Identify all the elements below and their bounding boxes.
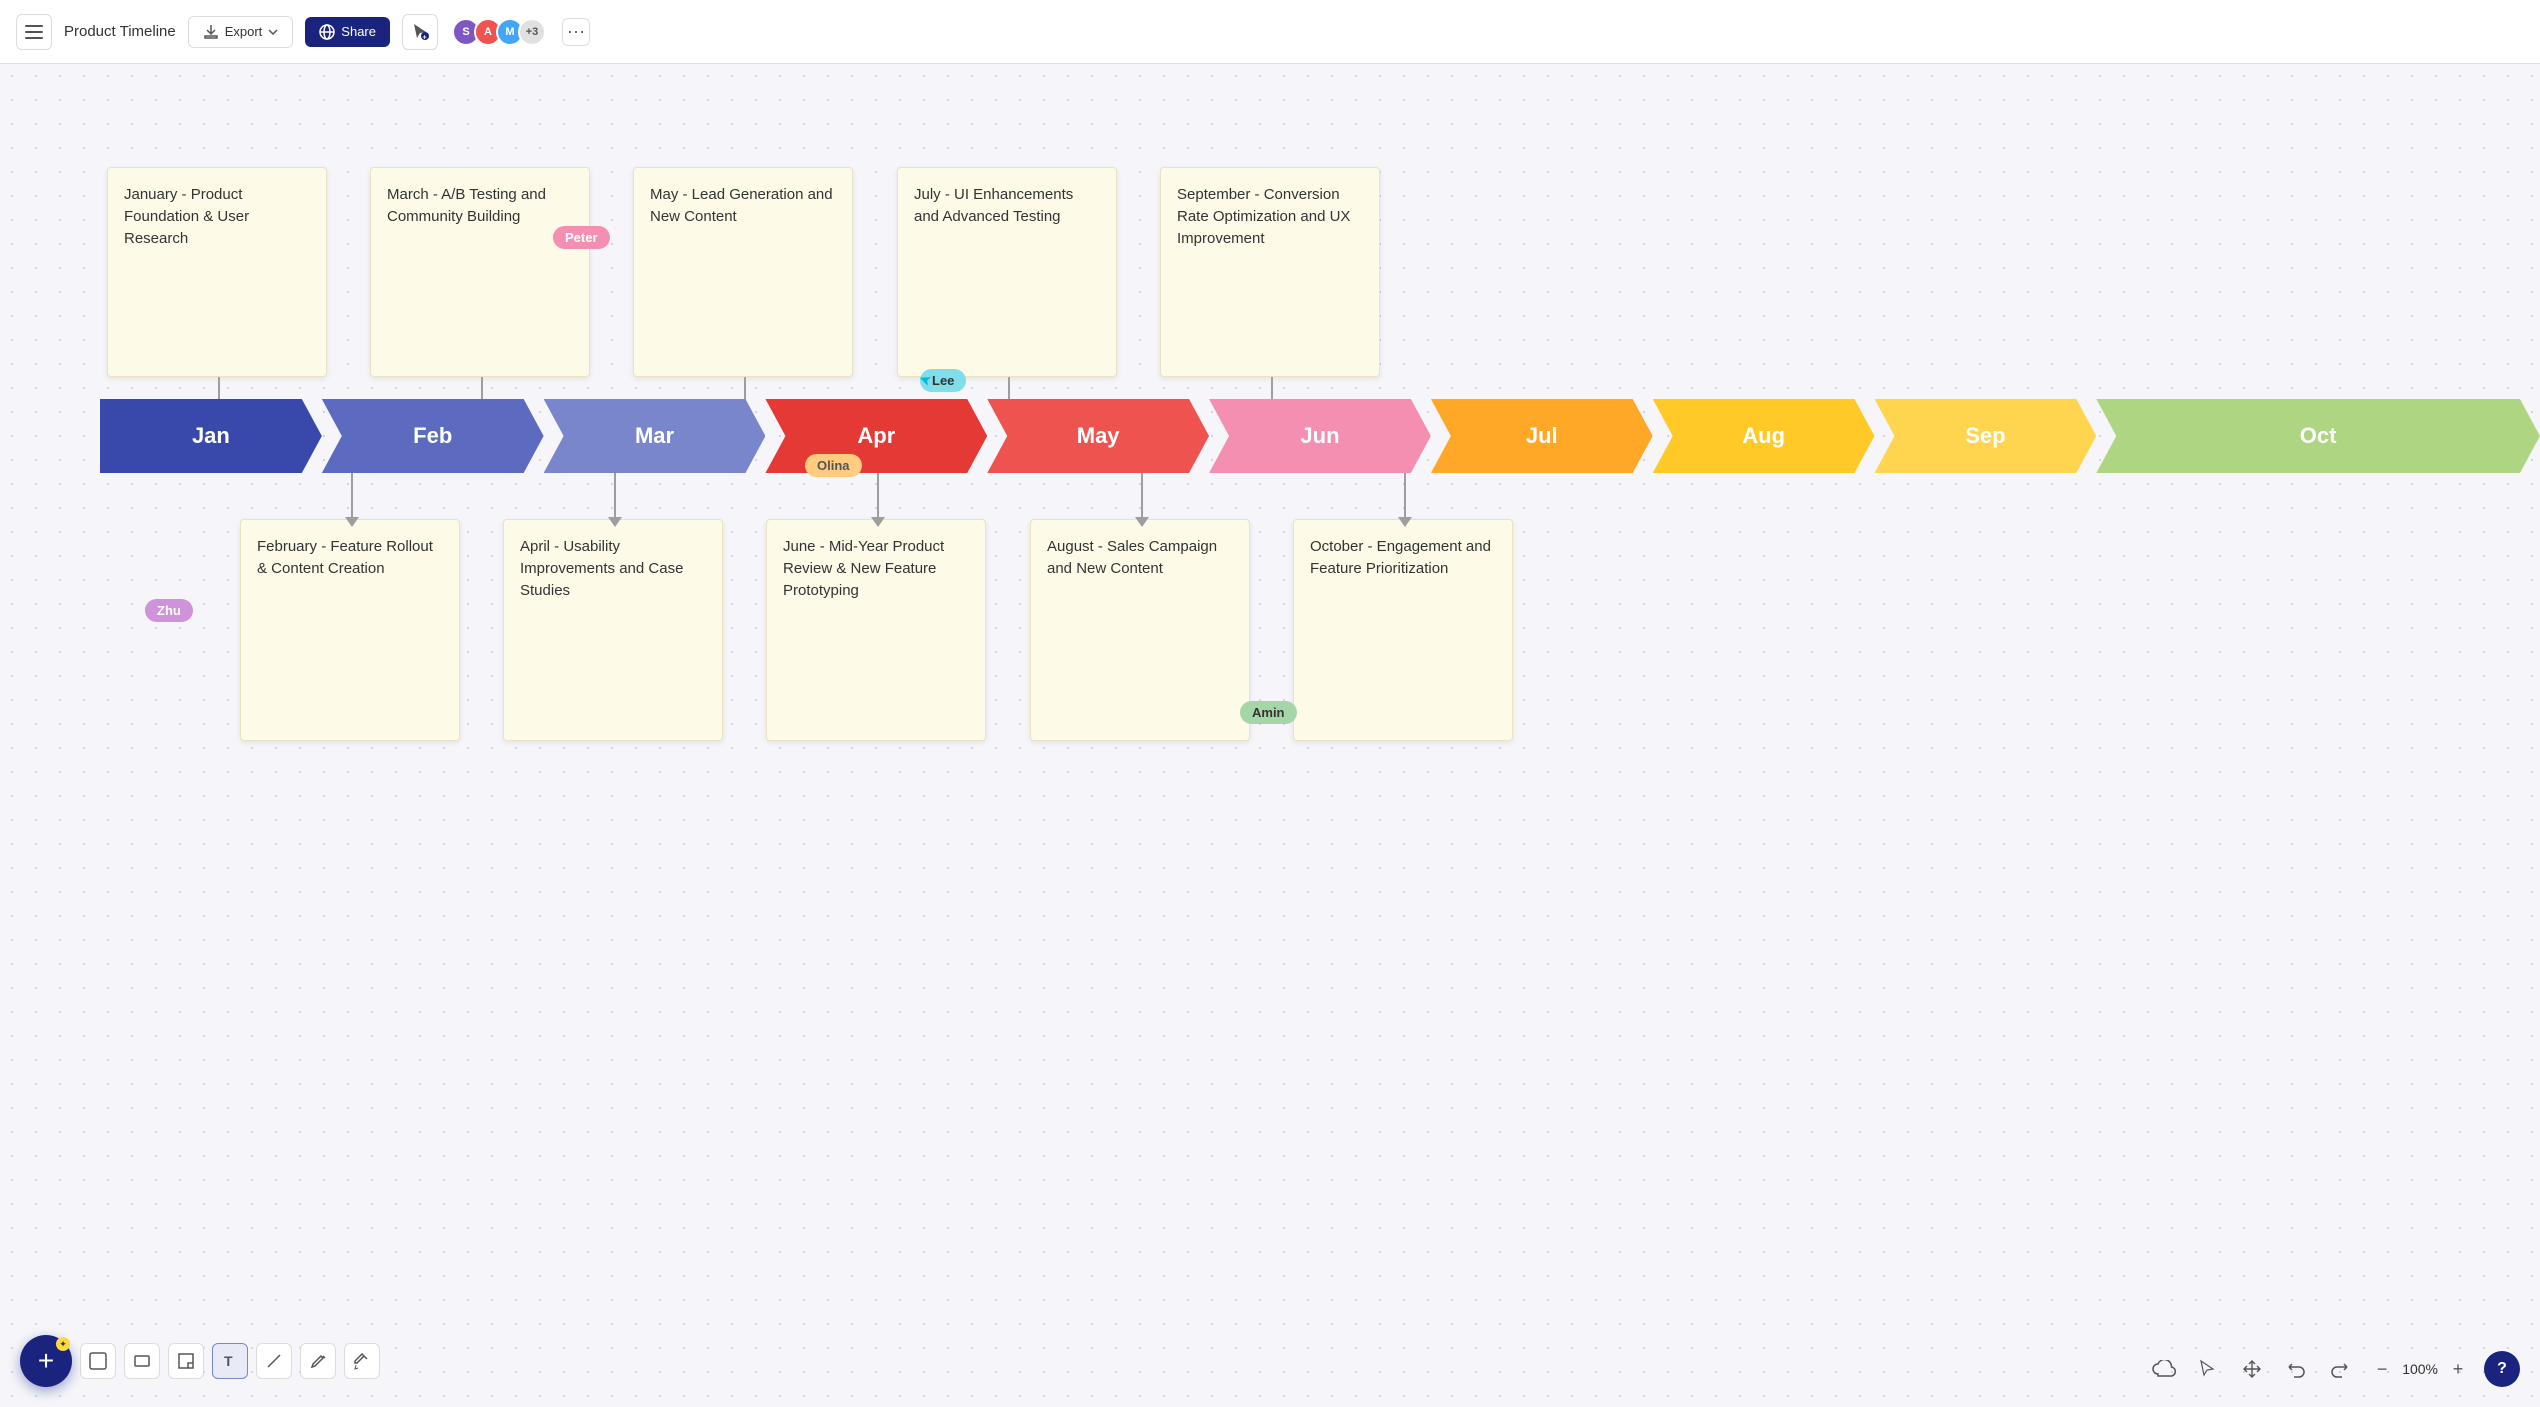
tool-sticky-button[interactable]	[168, 1343, 204, 1379]
connector-oct-up	[1404, 473, 1406, 519]
timeline-oct: Oct	[2096, 399, 2540, 473]
timeline-may: May	[987, 399, 1209, 473]
cloud-icon[interactable]	[2148, 1353, 2180, 1385]
redo-icon[interactable]	[2324, 1353, 2356, 1385]
pen-icon	[309, 1352, 327, 1370]
sticky-note-icon	[177, 1352, 195, 1370]
svg-text:+: +	[423, 34, 427, 41]
tool-pen-button[interactable]	[300, 1343, 336, 1379]
zoom-control: − 100% +	[2368, 1355, 2472, 1383]
help-button[interactable]: ?	[2484, 1351, 2520, 1387]
timeline-aug: Aug	[1653, 399, 1875, 473]
export-button[interactable]: Export	[188, 16, 294, 48]
hamburger-icon	[25, 25, 43, 39]
tool-line-button[interactable]	[256, 1343, 292, 1379]
zoom-in-button[interactable]: +	[2444, 1355, 2472, 1383]
arrow-feb	[345, 517, 359, 527]
card-june-text: June - Mid-Year Product Review & New Fea…	[783, 538, 944, 599]
card-april-text: April - Usability Improvements and Case …	[520, 538, 683, 599]
tool-shape-button[interactable]	[124, 1343, 160, 1379]
frame-icon	[89, 1352, 107, 1370]
user-tag-lee-group: Lee	[920, 372, 936, 388]
arrow-aug	[1135, 517, 1149, 527]
bottom-right-toolbar: − 100% + ?	[2148, 1351, 2520, 1387]
add-button-badge: ✦	[56, 1337, 70, 1351]
app-title: Product Timeline	[64, 23, 176, 40]
svg-text:T: T	[224, 1353, 233, 1369]
user-tag-zhu[interactable]: Zhu	[145, 599, 193, 622]
more-options-button[interactable]: ···	[562, 18, 590, 46]
card-march[interactable]: March - A/B Testing and Community Buildi…	[370, 167, 590, 377]
connector-jun-up	[877, 473, 879, 519]
card-january-text: January - Product Foundation & User Rese…	[124, 186, 249, 247]
text-icon: T	[221, 1352, 239, 1370]
user-tag-amin[interactable]: Amin	[1240, 701, 1297, 724]
tool-text-button[interactable]: T	[212, 1343, 248, 1379]
arrow-jun	[871, 517, 885, 527]
card-march-text: March - A/B Testing and Community Buildi…	[387, 186, 546, 225]
globe-icon	[319, 24, 335, 40]
timeline-sep: Sep	[1875, 399, 2097, 473]
card-may-text: May - Lead Generation and New Content	[650, 186, 833, 225]
timeline-mar: Mar	[544, 399, 766, 473]
avatar-more[interactable]: +3	[518, 18, 546, 46]
export-icon	[203, 24, 219, 40]
timeline-jun: Jun	[1209, 399, 1431, 473]
card-september[interactable]: September - Conversion Rate Optimization…	[1160, 167, 1380, 377]
chevron-down-icon	[268, 29, 278, 35]
canvas-area[interactable]: January - Product Foundation & User Rese…	[0, 64, 2540, 1407]
main-toolbar: Product Timeline Export Share + S A M +3…	[0, 0, 2540, 64]
connector-apr-up	[614, 473, 616, 519]
card-may[interactable]: May - Lead Generation and New Content	[633, 167, 853, 377]
tool-frame-button[interactable]	[80, 1343, 116, 1379]
cursor-icon: +	[410, 22, 430, 42]
bottom-left-toolbar: + ✦ T	[20, 1335, 380, 1387]
cursor-mode-button[interactable]: +	[402, 14, 438, 50]
user-tag-olina[interactable]: Olina	[805, 454, 862, 477]
card-august-text: August - Sales Campaign and New Content	[1047, 538, 1217, 577]
card-april[interactable]: April - Usability Improvements and Case …	[503, 519, 723, 741]
timeline-jan: Jan	[100, 399, 322, 473]
arrow-oct	[1398, 517, 1412, 527]
rectangle-icon	[133, 1352, 151, 1370]
cursor-tool-icon[interactable]	[2192, 1353, 2224, 1385]
card-january[interactable]: January - Product Foundation & User Rese…	[107, 167, 327, 377]
card-august[interactable]: August - Sales Campaign and New Content	[1030, 519, 1250, 741]
card-october-text: October - Engagement and Feature Priorit…	[1310, 538, 1491, 577]
undo-icon[interactable]	[2280, 1353, 2312, 1385]
timeline-jul: Jul	[1431, 399, 1653, 473]
card-september-text: September - Conversion Rate Optimization…	[1177, 186, 1350, 247]
add-button[interactable]: + ✦	[20, 1335, 72, 1387]
connector-feb-up	[351, 473, 353, 519]
card-february-text: February - Feature Rollout & Content Cre…	[257, 538, 433, 577]
hamburger-button[interactable]	[16, 14, 52, 50]
connector-aug-up	[1141, 473, 1143, 519]
card-july[interactable]: July - UI Enhancements and Advanced Test…	[897, 167, 1117, 377]
timeline-strip: Jan Feb Mar Apr May Jun Jul Aug Sep Oct	[100, 399, 2540, 473]
line-icon	[265, 1352, 283, 1370]
collaborator-avatars: S A M +3	[458, 18, 546, 46]
card-february[interactable]: February - Feature Rollout & Content Cre…	[240, 519, 460, 741]
zoom-level: 100%	[2402, 1361, 2438, 1377]
card-october[interactable]: October - Engagement and Feature Priorit…	[1293, 519, 1513, 741]
card-june[interactable]: June - Mid-Year Product Review & New Fea…	[766, 519, 986, 741]
user-tag-peter-group: Peter	[553, 229, 569, 245]
user-tag-peter[interactable]: Peter	[553, 226, 610, 249]
timeline-apr: Apr	[765, 399, 987, 473]
move-icon[interactable]	[2236, 1353, 2268, 1385]
tool-marker-button[interactable]	[344, 1343, 380, 1379]
timeline-feb: Feb	[322, 399, 544, 473]
share-button[interactable]: Share	[305, 17, 390, 47]
zoom-out-button[interactable]: −	[2368, 1355, 2396, 1383]
user-tag-amin-group: Amin	[1240, 704, 1256, 720]
card-july-text: July - UI Enhancements and Advanced Test…	[914, 186, 1073, 225]
marker-icon	[353, 1352, 371, 1370]
arrow-apr	[608, 517, 622, 527]
user-tag-zhu-group: Zhu	[145, 602, 161, 618]
